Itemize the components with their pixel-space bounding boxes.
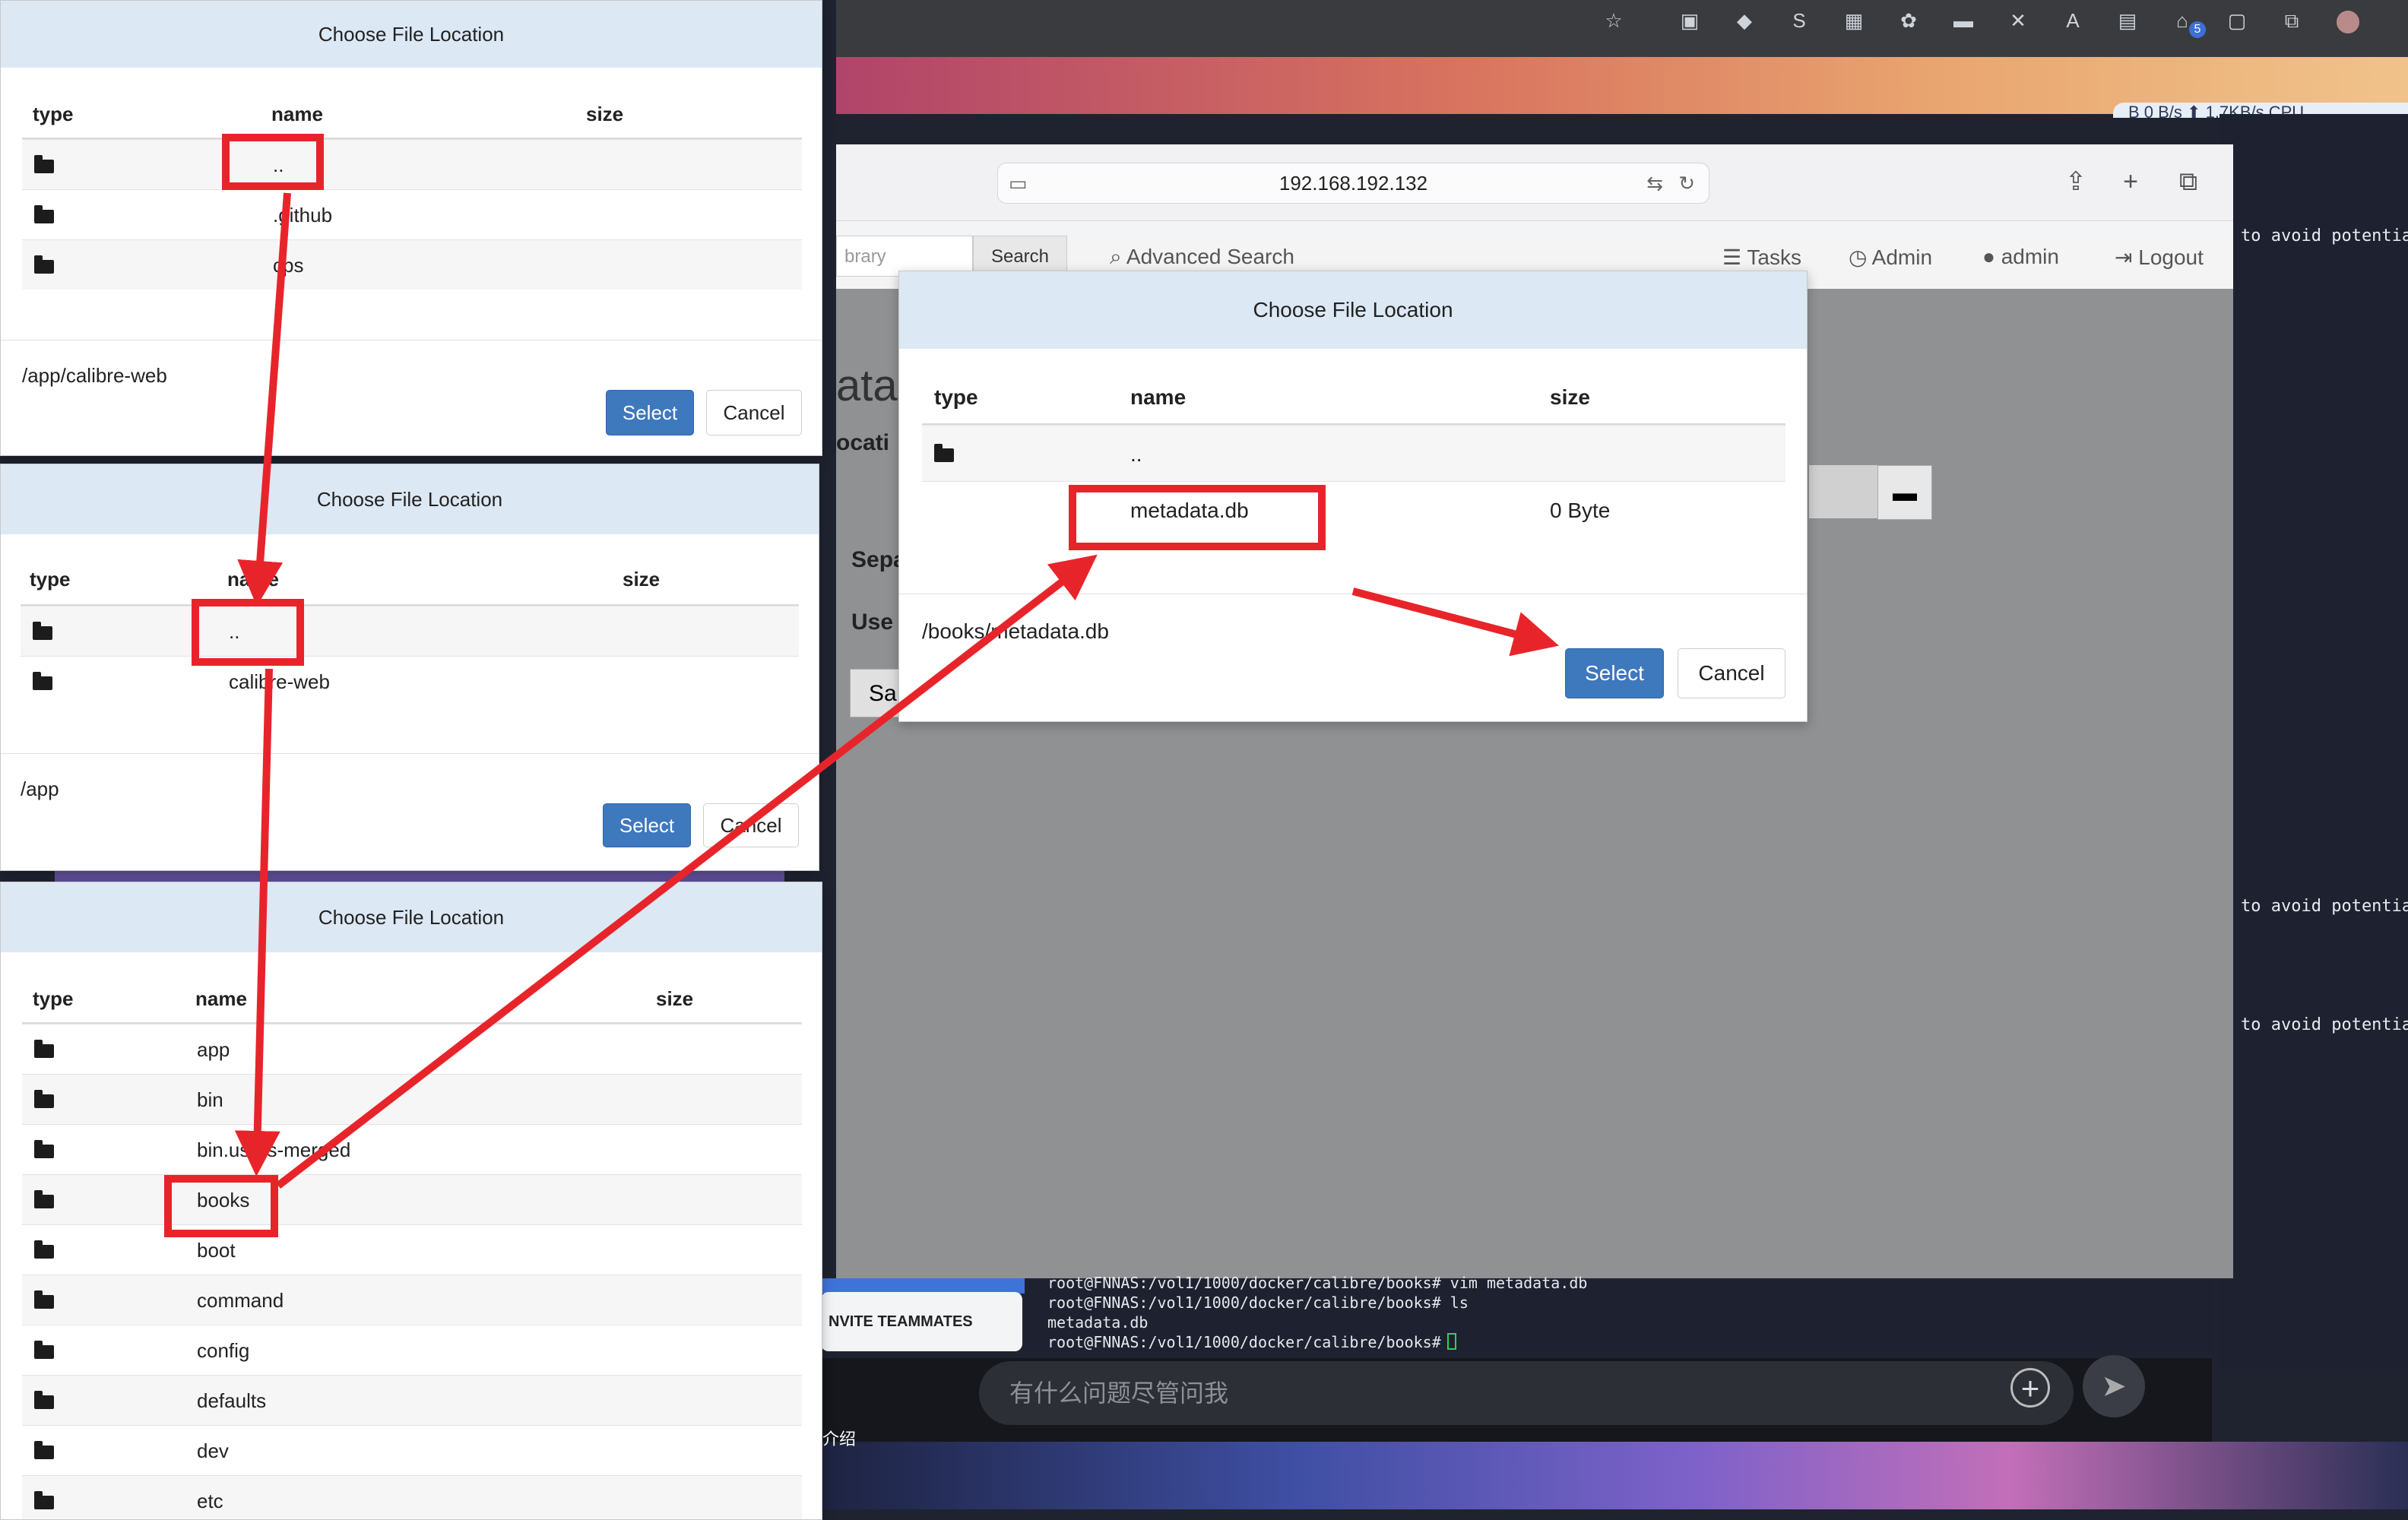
arrow-3 (275, 554, 1098, 1189)
arrow-2 (234, 668, 280, 1176)
arrow-4 (1351, 587, 1560, 657)
arrow-1 (237, 192, 291, 606)
annotation-arrows (234, 192, 1560, 1189)
